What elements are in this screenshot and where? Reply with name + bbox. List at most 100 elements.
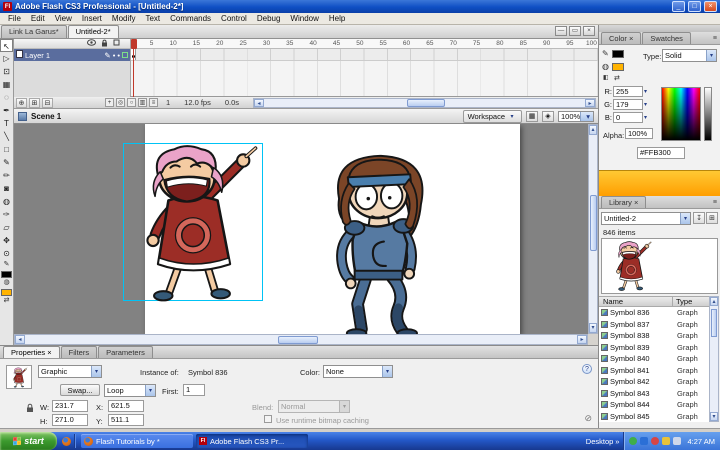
swap-colors-icon[interactable]: ⇄ <box>614 74 620 82</box>
menu-item-commands[interactable]: Commands <box>165 14 216 23</box>
character-headband[interactable] <box>304 148 460 334</box>
tool-zoom[interactable]: ⊙ <box>0 247 13 260</box>
ruler-tick[interactable]: 95 <box>551 39 574 48</box>
library-row[interactable]: Symbol 837 Graph <box>599 319 709 331</box>
tool-lasso[interactable]: ◌ <box>0 91 13 104</box>
scroll-left-arrow[interactable]: ◂ <box>15 335 25 344</box>
insert-layer-folder-button[interactable]: ⊞ <box>29 98 40 108</box>
tool-hand[interactable]: ✥ <box>0 234 13 247</box>
start-button[interactable]: start <box>0 432 57 450</box>
scroll-up-arrow[interactable]: ▴ <box>589 125 597 135</box>
library-row[interactable]: Symbol 842 Graph <box>599 376 709 388</box>
library-column-name[interactable]: Name <box>599 297 673 306</box>
stage-vertical-scrollbar[interactable]: ▴ ▾ <box>588 124 598 334</box>
chevron-icon[interactable]: » <box>615 437 619 446</box>
tray-icon-green[interactable] <box>629 437 637 445</box>
layer-lock-dot[interactable]: • <box>117 51 120 60</box>
tool-rectangle[interactable]: □ <box>0 143 13 156</box>
first-frame-field[interactable]: 1 <box>183 384 205 396</box>
tray-icon-blue[interactable] <box>640 437 648 445</box>
task-button-browser[interactable]: Flash Tutorials by * <box>81 434 193 448</box>
fill-type-select[interactable]: Solid▾ <box>662 49 717 62</box>
stroke-color-chip[interactable] <box>1 271 12 278</box>
library-document-select[interactable]: Untitled-2▾ <box>601 212 691 225</box>
height-field[interactable]: 271.0 <box>52 414 88 426</box>
brightness-slider[interactable] <box>704 87 712 141</box>
scroll-right-arrow[interactable]: ▸ <box>577 335 587 344</box>
menu-item-help[interactable]: Help <box>324 14 350 23</box>
tool-free-transform[interactable]: ⊡ <box>0 65 13 78</box>
menu-item-debug[interactable]: Debug <box>252 14 286 23</box>
ruler-tick[interactable]: 50 <box>341 39 364 48</box>
doc-tab-untitled-2[interactable]: Untitled-2* <box>68 25 119 38</box>
library-row[interactable]: Symbol 839 Graph <box>599 342 709 354</box>
tool-paint-bucket[interactable]: ◍ <box>0 195 13 208</box>
horizontal-scroll-thumb[interactable] <box>278 336 318 344</box>
pin-library-icon[interactable]: ↧ <box>693 212 705 224</box>
menu-item-text[interactable]: Text <box>140 14 165 23</box>
hex-color-field[interactable]: #FFB300 <box>637 147 685 159</box>
task-button-flash[interactable]: Fl Adobe Flash CS3 Pr... <box>196 434 308 448</box>
properties-tab[interactable]: Properties × <box>3 346 60 358</box>
doc-tab-link-la-garus[interactable]: Link La Garus* <box>1 25 67 38</box>
menu-item-control[interactable]: Control <box>216 14 252 23</box>
doc-restore-icon[interactable]: ▭ <box>569 26 581 36</box>
panel-menu-icon[interactable]: ≡ <box>713 35 717 42</box>
panel-menu-icon[interactable]: ≡ <box>713 199 717 206</box>
desktop-toolbar[interactable]: Desktop » <box>586 437 624 446</box>
insert-layer-button[interactable]: ⊕ <box>16 98 27 108</box>
tool-selection[interactable]: ↖ <box>0 39 13 52</box>
channel-slider-icon[interactable]: ▾ <box>644 114 647 121</box>
tool-pen[interactable]: ✒ <box>0 104 13 117</box>
ruler-tick[interactable]: 25 <box>224 39 247 48</box>
help-icon[interactable]: ? <box>582 364 592 374</box>
ruler-tick[interactable]: 100 <box>575 39 598 48</box>
color-effect-select[interactable]: None▾ <box>323 365 393 378</box>
ruler-tick[interactable]: 35 <box>271 39 294 48</box>
onion-skin-outlines-button[interactable]: ○ <box>127 98 136 107</box>
library-scroll-thumb[interactable] <box>711 309 717 337</box>
library-row[interactable]: Symbol 836 Graph <box>599 307 709 319</box>
scene-breadcrumb[interactable]: Scene 1 <box>31 112 61 121</box>
maximize-button[interactable]: □ <box>688 1 701 12</box>
library-row[interactable]: Symbol 841 Graph <box>599 365 709 377</box>
frame-rate[interactable]: 12.0 fps <box>184 98 211 107</box>
tool-gradient-transform[interactable]: ▦ <box>0 78 13 91</box>
scroll-up-arrow[interactable]: ▴ <box>710 297 718 306</box>
ruler-tick[interactable]: 20 <box>201 39 224 48</box>
tool-text[interactable]: T <box>0 117 13 130</box>
tab-library[interactable]: Library × <box>601 196 646 208</box>
doc-close-icon[interactable]: × <box>583 26 595 36</box>
fill-color-chip[interactable] <box>612 63 624 71</box>
library-item-name[interactable]: Symbol 844 <box>610 400 677 409</box>
color-channel-field[interactable]: 0 <box>613 112 643 123</box>
x-field[interactable]: 621.5 <box>108 400 144 412</box>
menu-item-insert[interactable]: Insert <box>77 14 107 23</box>
layer-row[interactable]: Layer 1 ✎ • • <box>14 49 130 61</box>
color-channel-field[interactable]: 179 <box>613 99 643 110</box>
library-item-name[interactable]: Symbol 839 <box>610 343 677 352</box>
library-item-name[interactable]: Symbol 837 <box>610 320 677 329</box>
close-button[interactable]: × <box>704 1 717 12</box>
library-row[interactable]: Symbol 838 Graph <box>599 330 709 342</box>
library-item-name[interactable]: Symbol 836 <box>610 308 677 317</box>
scroll-left-arrow[interactable]: ◂ <box>254 99 264 107</box>
channel-slider-icon[interactable]: ▾ <box>644 101 647 108</box>
tray-icon-red[interactable] <box>651 437 659 445</box>
y-field[interactable]: 511.1 <box>108 414 144 426</box>
library-column-type[interactable]: Type <box>673 297 709 306</box>
scroll-down-arrow[interactable]: ▾ <box>710 412 718 421</box>
tab-color[interactable]: Color × <box>601 32 641 44</box>
ruler-tick[interactable]: 15 <box>178 39 201 48</box>
menu-item-modify[interactable]: Modify <box>107 14 141 23</box>
swap-button[interactable]: Swap... <box>60 384 100 396</box>
playhead[interactable] <box>131 39 137 49</box>
ruler-tick[interactable]: 40 <box>294 39 317 48</box>
stroke-color-icon[interactable]: ✎ <box>602 49 609 58</box>
library-item-name[interactable]: Symbol 842 <box>610 377 677 386</box>
library-row[interactable]: Symbol 843 Graph <box>599 388 709 400</box>
ruler-tick[interactable]: 60 <box>388 39 411 48</box>
symbol-type-select[interactable]: Graphic▾ <box>38 365 102 378</box>
ruler-tick[interactable]: 75 <box>458 39 481 48</box>
edit-symbols-icon[interactable]: ◈ <box>542 111 554 122</box>
